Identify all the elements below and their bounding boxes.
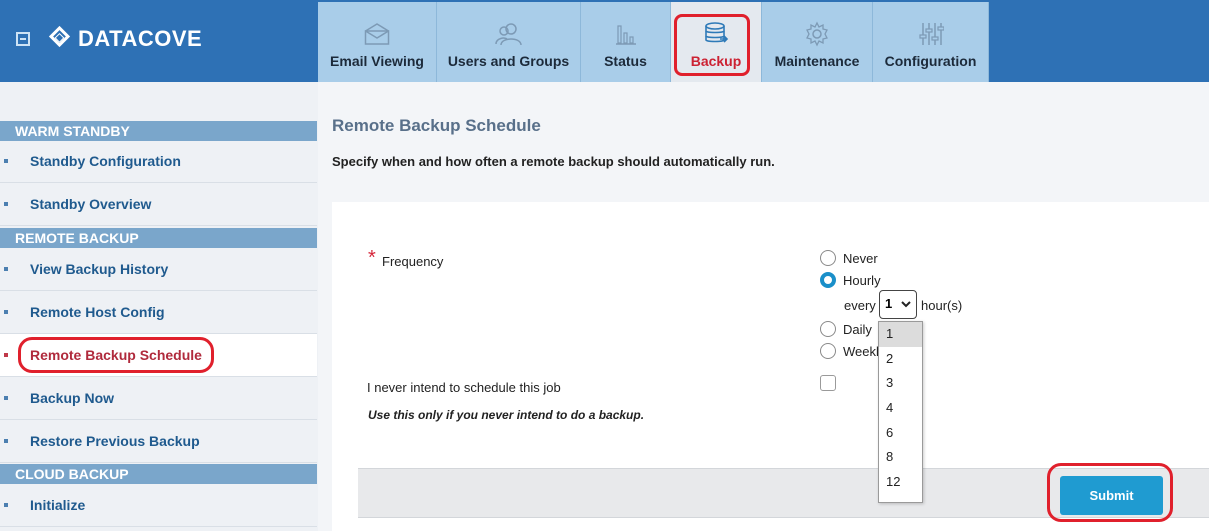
interval-value: 1 [885, 296, 893, 311]
schedule-form: * Frequency Never Hourly every 1 hour(s)… [332, 202, 1209, 531]
dropdown-option[interactable]: 2 [879, 347, 922, 372]
every-label: every [844, 298, 876, 313]
radio-label: Never [843, 250, 878, 266]
sidebar-item-label: Remote Host Config [30, 304, 165, 320]
radio-hourly[interactable]: Hourly [820, 272, 881, 288]
sidebar-item-standby-configuration[interactable]: Standby Configuration [0, 140, 317, 183]
logo-text: DATACOVE [78, 26, 203, 51]
bullet-icon [4, 503, 8, 507]
section-cloud-backup: CLOUD BACKUP [0, 464, 317, 484]
tab-label: Configuration [884, 53, 977, 69]
frequency-label: Frequency [382, 254, 444, 269]
tab-backup[interactable]: Backup [671, 2, 762, 82]
tab-configuration[interactable]: Configuration [873, 2, 989, 82]
sidebar-item-backup-now[interactable]: Backup Now [0, 377, 317, 420]
section-remote-backup: REMOTE BACKUP [0, 228, 317, 248]
sidebar-item-remote-host-config[interactable]: Remote Host Config [0, 291, 317, 334]
collapse-icon[interactable] [16, 32, 30, 46]
tab-users-and-groups[interactable]: Users and Groups [437, 2, 581, 82]
bar-chart-icon [612, 20, 640, 48]
tab-email-viewing[interactable]: Email Viewing [318, 2, 437, 82]
interval-select[interactable]: 1 [879, 290, 917, 319]
radio-label: Hourly [843, 272, 881, 288]
dropdown-option[interactable]: 12 [879, 470, 922, 495]
sliders-icon [917, 20, 945, 48]
radio-circle [820, 321, 836, 337]
radio-weekly[interactable]: Weekl [820, 343, 879, 359]
never-schedule-checkbox[interactable] [820, 375, 836, 391]
bullet-icon [4, 439, 8, 443]
envelope-icon [363, 20, 391, 48]
interval-dropdown-list: 1 2 3 4 6 8 12 [878, 321, 923, 503]
bullet-icon [4, 310, 8, 314]
radio-label: Daily [843, 321, 872, 337]
hours-label: hour(s) [921, 298, 963, 313]
radio-circle [820, 272, 836, 288]
tab-label: Status [604, 53, 647, 69]
tab-label: Maintenance [774, 53, 860, 69]
sidebar-item-view-backup-history[interactable]: View Backup History [0, 248, 317, 291]
sidebar-item-remote-backup-schedule[interactable]: Remote Backup Schedule [0, 334, 317, 377]
bullet-icon [4, 267, 8, 271]
bullet-icon [4, 396, 8, 400]
sidebar-item-label: Restore Previous Backup [30, 433, 200, 449]
radio-circle [820, 343, 836, 359]
tab-label: Backup [690, 53, 742, 69]
gear-icon [803, 20, 831, 48]
radio-label: Weekl [843, 343, 879, 359]
bullet-icon [4, 159, 8, 163]
logo-icon [48, 25, 71, 48]
sidebar-item-standby-overview[interactable]: Standby Overview [0, 183, 317, 226]
never-schedule-label: I never intend to schedule this job [367, 380, 561, 395]
tab-label: Email Viewing [330, 53, 424, 69]
dropdown-option[interactable]: 1 [879, 322, 922, 347]
tab-label: Users and Groups [447, 53, 570, 69]
radio-daily[interactable]: Daily [820, 321, 872, 337]
sidebar-item-label: Backup Now [30, 390, 115, 406]
sidebar-item-initialize[interactable]: Initialize [0, 484, 317, 527]
bullet-icon [4, 202, 8, 206]
dropdown-option[interactable]: 4 [879, 396, 922, 421]
sidebar-item-label: Standby Configuration [30, 153, 181, 169]
sidebar-item-label: Remote Backup Schedule [30, 347, 202, 363]
radio-never[interactable]: Never [820, 250, 878, 266]
submit-button[interactable]: Submit [1060, 476, 1163, 515]
page-title: Remote Backup Schedule [332, 116, 541, 135]
sidebar-item-restore-previous-backup[interactable]: Restore Previous Backup [0, 420, 317, 463]
users-icon [494, 20, 523, 48]
required-marker: * [368, 247, 376, 269]
never-schedule-hint: Use this only if you never intend to do … [368, 408, 645, 422]
tab-maintenance[interactable]: Maintenance [762, 2, 873, 82]
sidebar-item-label: Standby Overview [30, 196, 152, 212]
bullet-icon [4, 353, 8, 357]
database-icon [702, 20, 730, 48]
sidebar-item-label: View Backup History [30, 261, 169, 277]
dropdown-option[interactable]: 3 [879, 371, 922, 396]
dropdown-option[interactable]: 8 [879, 445, 922, 470]
sidebar-item-label: Initialize [30, 497, 86, 513]
page-description: Specify when and how often a remote back… [332, 154, 775, 169]
main-nav-tabs: Email Viewing Users and Groups Status Ba… [318, 2, 989, 82]
section-warm-standby: WARM STANDBY [0, 121, 317, 141]
tab-status[interactable]: Status [581, 2, 671, 82]
main-content: Remote Backup Schedule Specify when and … [318, 82, 1209, 531]
radio-circle [820, 250, 836, 266]
brand: DATACOVE [0, 0, 318, 82]
dropdown-option[interactable]: 6 [879, 421, 922, 446]
